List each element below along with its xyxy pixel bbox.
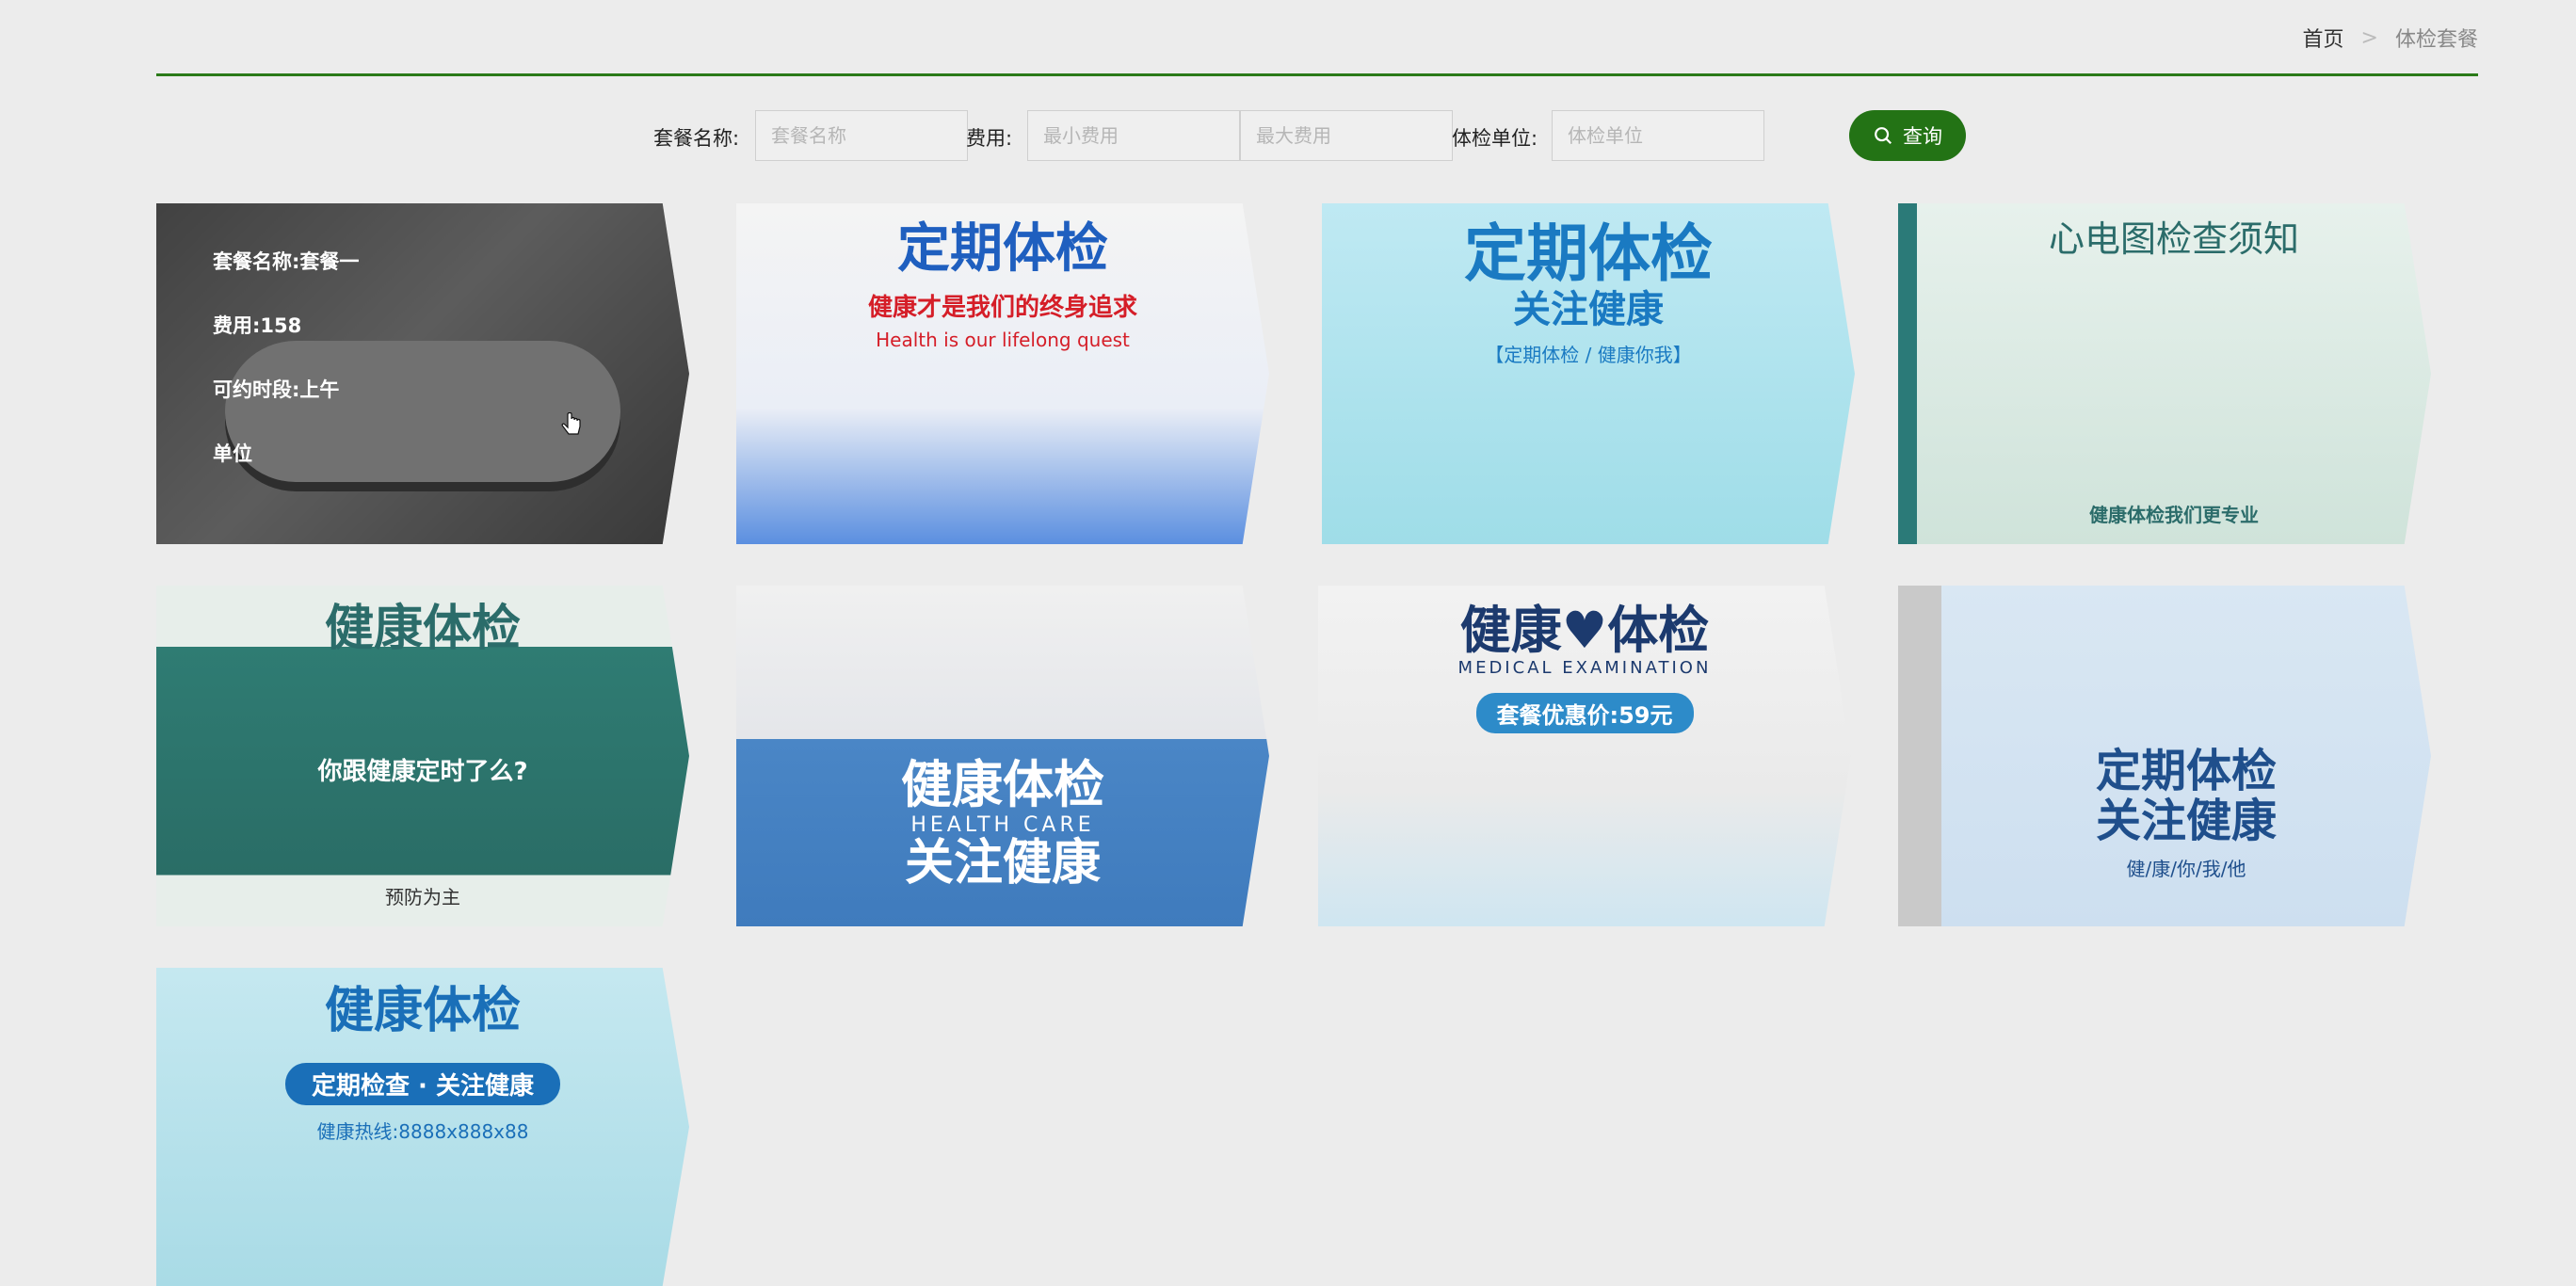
poster-title: 健康体检 — [901, 755, 1104, 815]
package-image: 健康体检 你跟健康定时了么? 预防为主 — [156, 586, 689, 926]
package-card-5[interactable]: 健康体检 你跟健康定时了么? 预防为主 — [156, 586, 689, 926]
breadcrumb-current: 体检套餐 — [2394, 28, 2478, 52]
package-image: 定期体检 健康才是我们的终身追求 Health is our lifelong … — [736, 203, 1269, 544]
search-icon — [1875, 127, 1892, 145]
poster-subtitle: 关注健康 — [2095, 795, 2277, 848]
package-image: 定期体检 关注健康 【定期体检 / 健康你我】 — [1322, 203, 1855, 544]
package-card-8[interactable]: 定期体检 关注健康 健/康/你/我/他 — [1898, 586, 2431, 926]
poster-caption: 健/康/你/我/他 — [2126, 858, 2246, 880]
package-name-label: 套餐名称: — [653, 127, 740, 150]
poster-caption: Health is our lifelong quest — [876, 328, 1130, 351]
package-card-6[interactable]: 健康体检 HEALTH CARE 关注健康 — [736, 586, 1269, 926]
package-unit: 单位 — [213, 442, 252, 465]
poster-title: 定期体检 — [2095, 745, 2277, 798]
package-name: 套餐名称:套餐一 — [213, 250, 360, 273]
package-image: 定期体检 关注健康 健/康/你/我/他 — [1941, 586, 2431, 926]
header-divider — [156, 73, 2478, 76]
package-image: 心电图检查须知 健康体检我们更专业 — [1917, 203, 2431, 544]
poster-caption: HEALTH CARE — [910, 812, 1095, 837]
package-card-9[interactable]: 健康体检 定期检查 · 关注健康 健康热线:8888x888x88 — [156, 968, 689, 1286]
breadcrumb: 首页 > 体检套餐 — [2303, 23, 2478, 53]
poster-subtitle: 你跟健康定时了么? — [317, 757, 528, 786]
poster-caption: 【定期体检 / 健康你我】 — [1485, 343, 1692, 366]
breadcrumb-separator: > — [2360, 25, 2378, 50]
package-card-2[interactable]: 定期体检 健康才是我们的终身追求 Health is our lifelong … — [736, 203, 1269, 544]
package-name-input[interactable] — [755, 110, 968, 161]
poster-subtitle: 关注健康 — [904, 834, 1101, 892]
poster-subtitle: 健康才是我们的终身追求 — [867, 293, 1137, 322]
poster-subtitle: 定期检查 · 关注健康 — [285, 1063, 560, 1106]
poster-title: 健康体检 — [324, 601, 521, 657]
package-image: 健康♥体检 MEDICAL EXAMINATION 套餐优惠价:59元 — [1318, 586, 1851, 926]
unit-label: 体检单位: — [1452, 127, 1538, 150]
poster-title: 健康♥体检 — [1459, 601, 1710, 660]
poster-title: 健康体检 — [324, 983, 521, 1039]
filter-bar: 套餐名称: 费用: 体检单位: 查询 — [0, 110, 2576, 161]
poster-title: 心电图检查须知 — [2048, 218, 2299, 260]
package-info-overlay: 套餐名称:套餐一 费用:158 可约时段:上午 单位 — [156, 203, 689, 544]
package-image: 健康体检 定期检查 · 关注健康 健康热线:8888x888x88 — [156, 968, 689, 1286]
breadcrumb-home[interactable]: 首页 — [2303, 23, 2344, 53]
package-fee: 费用:158 — [213, 314, 302, 337]
poster-caption: 预防为主 — [385, 886, 460, 908]
poster-caption: 套餐优惠价:59元 — [1475, 693, 1694, 734]
poster-caption: 健康热线:8888x888x88 — [316, 1120, 529, 1144]
max-fee-input[interactable] — [1240, 110, 1453, 161]
min-fee-input[interactable] — [1027, 110, 1240, 161]
fee-label: 费用: — [966, 127, 1013, 150]
package-period: 可约时段:上午 — [213, 378, 340, 401]
search-button-label: 查询 — [1903, 125, 1942, 148]
poster-title: 定期体检 — [897, 218, 1108, 280]
package-card-1[interactable]: 套餐名称:套餐一 费用:158 可约时段:上午 单位 — [156, 203, 689, 544]
unit-input[interactable] — [1552, 110, 1764, 161]
search-button[interactable]: 查询 — [1849, 110, 1966, 161]
package-card-4[interactable]: 心电图检查须知 健康体检我们更专业 — [1898, 203, 2431, 544]
package-card-3[interactable]: 定期体检 关注健康 【定期体检 / 健康你我】 — [1322, 203, 1855, 544]
poster-subtitle: MEDICAL EXAMINATION — [1457, 658, 1712, 679]
poster-title: 定期体检 — [1464, 217, 1713, 290]
package-card-7[interactable]: 健康♥体检 MEDICAL EXAMINATION 套餐优惠价:59元 — [1318, 586, 1851, 926]
package-image: 健康体检 HEALTH CARE 关注健康 — [736, 586, 1269, 926]
poster-subtitle: 健康体检我们更专业 — [2089, 504, 2259, 526]
poster-subtitle: 关注健康 — [1513, 287, 1664, 331]
hand-cursor-icon — [561, 412, 581, 435]
